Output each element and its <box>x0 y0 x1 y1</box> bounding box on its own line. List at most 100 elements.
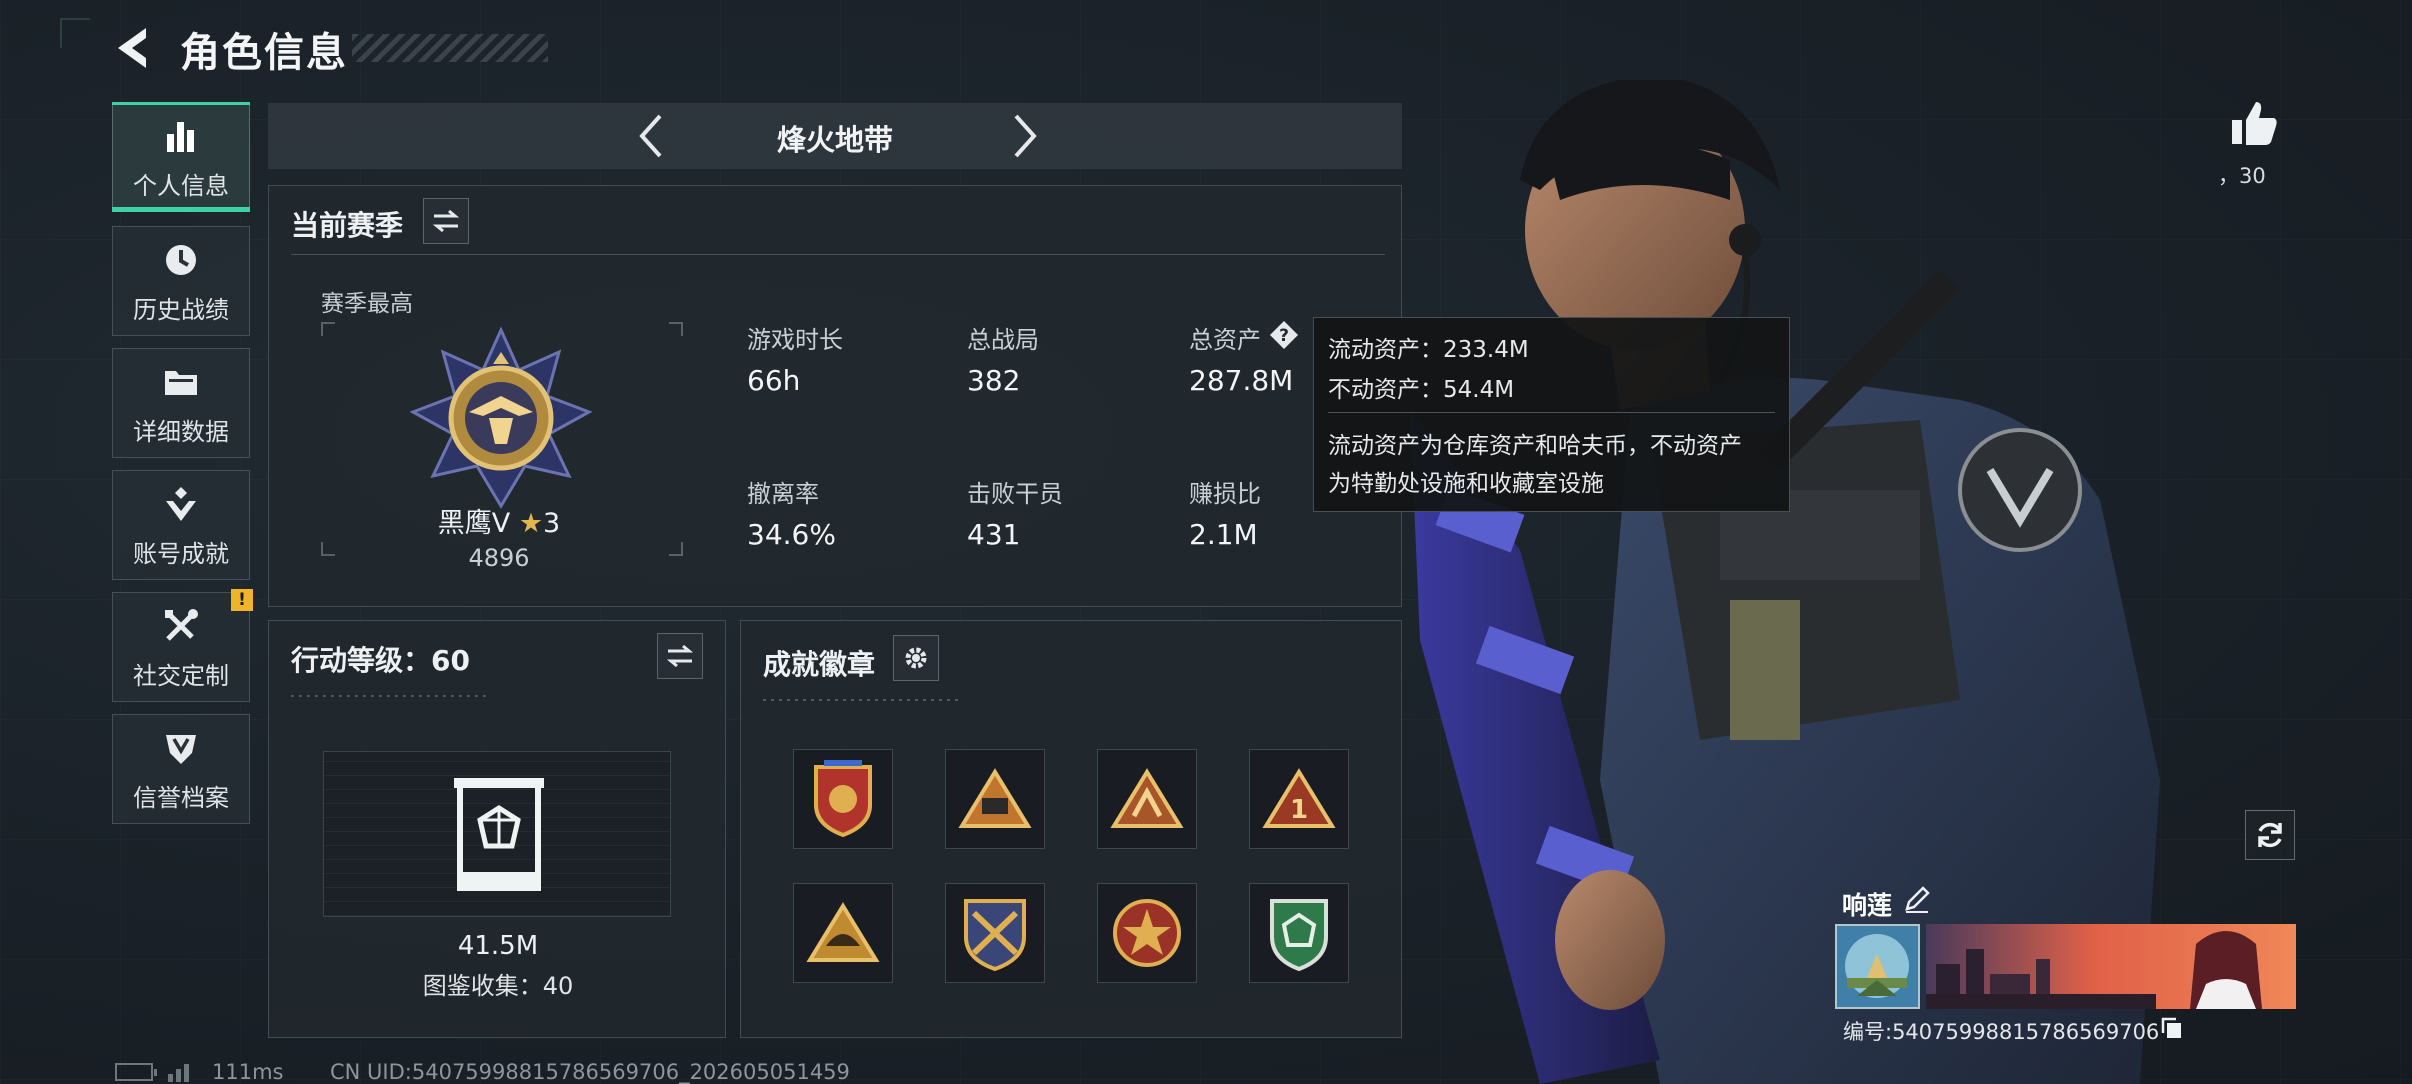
achievement-settings-button[interactable] <box>893 635 939 681</box>
nav-item-achievement[interactable]: 账号成就 <box>112 470 250 580</box>
achievement-badge[interactable] <box>1249 883 1349 983</box>
tooltip-fixed-asset: 不动资产：54.4M <box>1328 377 1515 403</box>
like-button[interactable] <box>2228 98 2280 150</box>
stat-label: 击败干员 <box>967 480 1063 508</box>
stat-value: 2.1M <box>1189 518 1258 551</box>
back-arrow-icon <box>118 28 146 68</box>
copy-icon <box>2161 1017 2181 1038</box>
signal-icon <box>166 1060 196 1082</box>
notice-badge: ! <box>231 589 253 611</box>
battery-icon <box>115 1063 157 1081</box>
season-panel: 当前赛季 赛季最高 黑鹰V ★3 4896 游戏时长 66h 总战局 382 总… <box>268 185 1402 607</box>
rank-points: 4896 <box>468 544 530 572</box>
season-switch-button[interactable] <box>423 198 469 244</box>
svg-text:?: ? <box>1279 326 1289 346</box>
achievement-icon <box>159 482 203 526</box>
triangle-emblem-icon <box>806 902 880 962</box>
nav-item-history[interactable]: 历史战绩 <box>112 226 250 336</box>
swap-icon <box>432 209 460 233</box>
player-banner[interactable] <box>1926 924 2296 1009</box>
nav-label: 历史战绩 <box>133 295 229 324</box>
refresh-icon <box>2258 822 2282 848</box>
swap-icon <box>666 644 694 668</box>
stat-label: 总资产 <box>1189 326 1261 354</box>
season-title: 当前赛季 <box>291 209 404 242</box>
achievement-badge[interactable] <box>945 883 1045 983</box>
stat-label: 撤离率 <box>747 480 819 508</box>
asset-tooltip: 流动资产：233.4M 不动资产：54.4M 流动资产为仓库资产和哈夫币，不动资… <box>1313 317 1790 512</box>
achievement-badge[interactable] <box>1097 749 1197 849</box>
achievement-badge[interactable] <box>793 749 893 849</box>
uid-text: CN UID:5407599881578656970​6_20260505145… <box>330 1060 850 1084</box>
triangle-emblem-icon <box>958 768 1032 828</box>
star-medal-icon <box>1113 899 1181 967</box>
thumbs-up-icon <box>2232 102 2277 145</box>
next-mode-button[interactable] <box>998 112 1046 160</box>
collection-cabinet-icon <box>454 778 544 891</box>
banner-image <box>1926 924 2296 1009</box>
stat-value: 382 <box>967 364 1021 397</box>
tooltip-description: 流动资产为仓库资产和哈夫币，不动资产 <box>1328 433 1742 459</box>
like-count: ，30 <box>2218 164 2266 188</box>
decor-line <box>291 695 491 697</box>
corner-decoration <box>60 18 90 48</box>
player-id: 编号:5407599881578656970​6 <box>1843 1020 2160 1044</box>
player-name: 响莲 <box>1842 891 1893 920</box>
stat-value: 34.6% <box>747 518 836 551</box>
ping-value: 111ms <box>212 1060 284 1084</box>
bar-chart-icon <box>159 114 203 158</box>
achievement-title: 成就徽章 <box>763 648 876 681</box>
triangle-emblem-icon <box>1110 768 1184 828</box>
nav-item-personal-info[interactable]: 个人信息 <box>112 102 250 212</box>
edit-name-button[interactable] <box>1902 884 1932 914</box>
pencil-icon <box>1905 886 1930 913</box>
mode-selector: 烽火地带 <box>268 103 1402 169</box>
tools-icon <box>159 604 203 648</box>
reputation-shield-icon <box>159 726 203 770</box>
stat-value: 287.8M <box>1189 364 1294 397</box>
title-decoration <box>352 34 548 62</box>
avatar-image <box>1837 926 1918 1007</box>
stat-label: 游戏时长 <box>747 326 843 354</box>
gear-icon <box>905 647 927 669</box>
collection-value: 41.5M <box>457 931 539 961</box>
achievement-badge[interactable] <box>793 883 893 983</box>
frame-corner <box>669 322 683 336</box>
back-button[interactable] <box>110 22 158 74</box>
mode-title: 烽火地带 <box>776 123 893 157</box>
asset-help-button[interactable]: ? <box>1269 320 1299 350</box>
rank-name: 黑鹰V <box>437 508 511 539</box>
nav-item-detail-data[interactable]: 详细数据 <box>112 348 250 458</box>
season-best-label: 赛季最高 <box>321 291 413 317</box>
player-avatar[interactable] <box>1835 924 1920 1009</box>
action-switch-button[interactable] <box>657 633 703 679</box>
green-shield-icon <box>1270 899 1328 972</box>
achievement-badge[interactable] <box>945 749 1045 849</box>
help-icon: ? <box>1270 321 1298 349</box>
rank-one-emblem-icon: 1 <box>1262 768 1336 828</box>
nav-item-social[interactable]: ! 社交定制 <box>112 589 253 702</box>
medal-shield-icon <box>814 760 872 838</box>
nav-label: 信誉档案 <box>133 783 229 812</box>
page-title: 角色信息 <box>180 30 348 76</box>
tooltip-divider <box>1328 412 1775 413</box>
svg-text:1: 1 <box>1290 795 1308 825</box>
refresh-appearance-button[interactable] <box>2245 810 2295 860</box>
nav-label: 个人信息 <box>133 171 229 200</box>
tooltip-description: 为特勤处设施和收藏室设施 <box>1328 471 1604 497</box>
achievement-badge[interactable]: 1 <box>1249 749 1349 849</box>
crossed-shield-icon <box>964 899 1026 972</box>
collection-count: 图鉴收集：40 <box>422 972 574 1000</box>
stat-label: 总战局 <box>967 326 1039 354</box>
nav-label: 账号成就 <box>133 539 229 568</box>
nav-item-reputation[interactable]: 信誉档案 <box>112 714 250 824</box>
rank-name-row: 黑鹰V ★3 <box>329 501 669 540</box>
divider <box>291 254 1385 255</box>
decor-line <box>763 699 963 701</box>
tooltip-liquid-asset: 流动资产：233.4M <box>1328 337 1529 363</box>
collection-preview[interactable] <box>323 751 671 917</box>
copy-id-button[interactable] <box>2160 1016 2184 1040</box>
history-clock-icon <box>159 238 203 282</box>
achievement-badge[interactable] <box>1097 883 1197 983</box>
nav-label: 社交定制 <box>133 661 229 690</box>
